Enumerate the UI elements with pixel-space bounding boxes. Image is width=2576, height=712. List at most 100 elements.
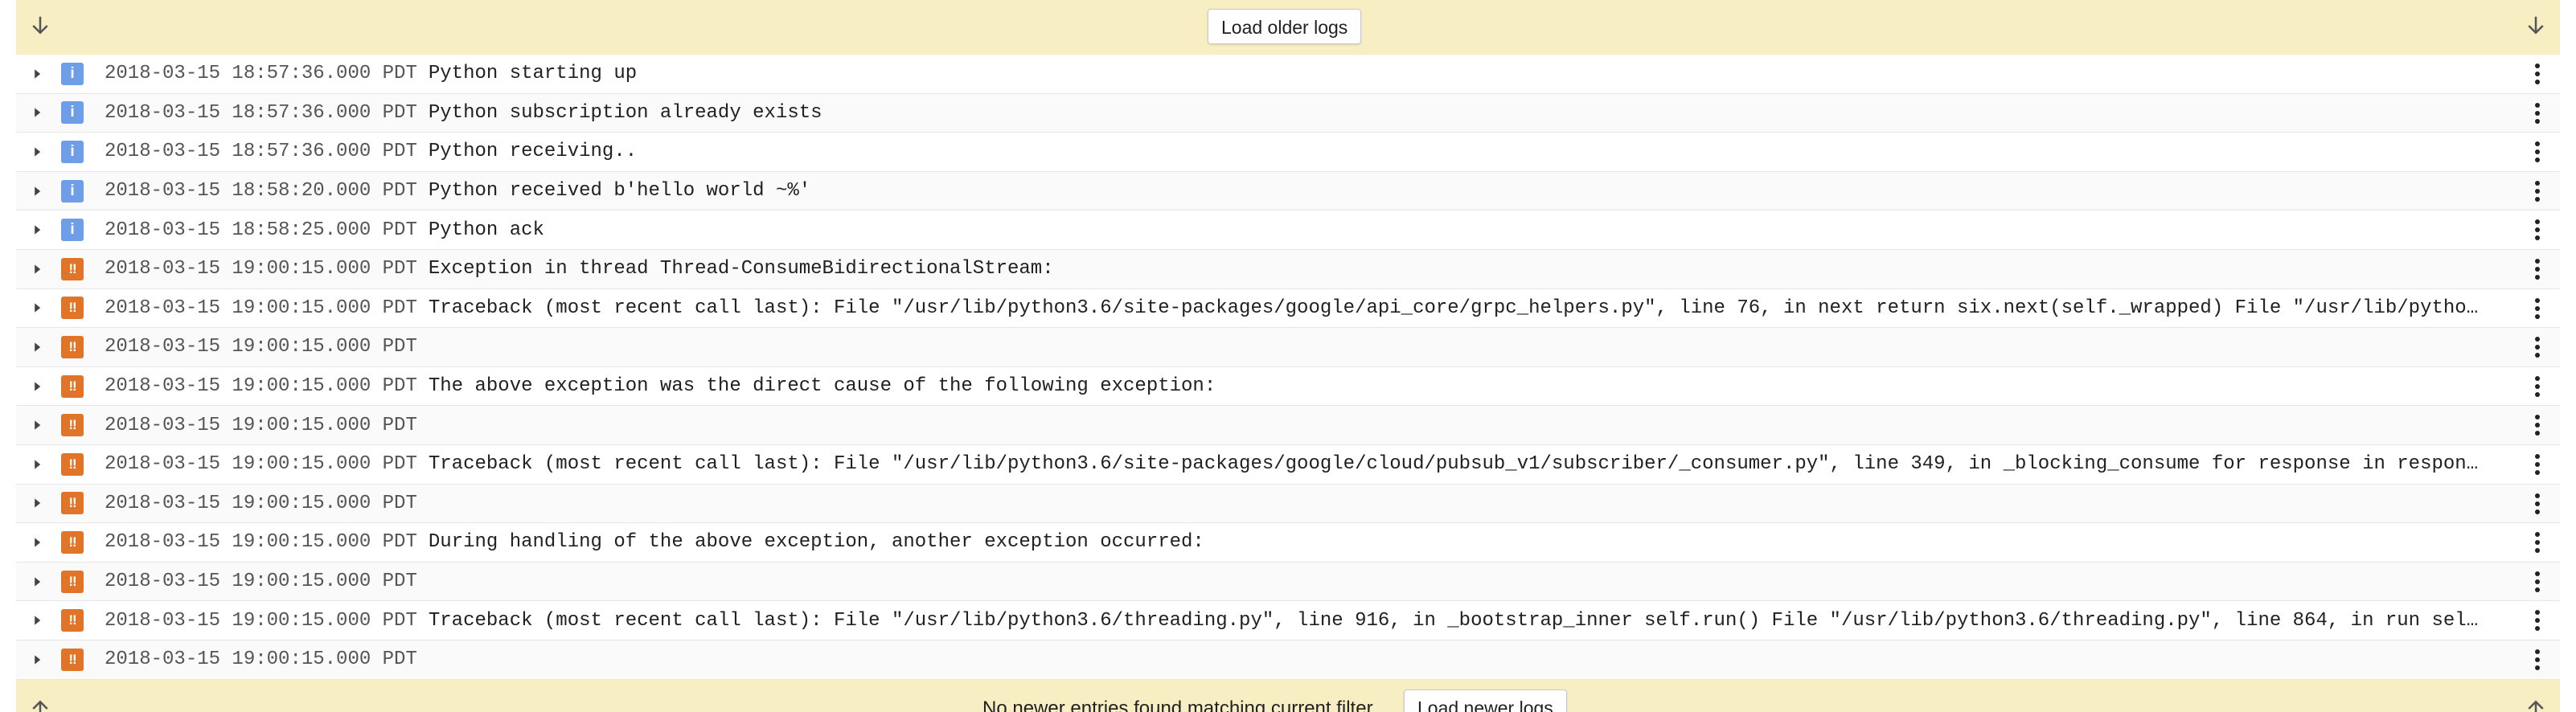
expand-arrow-icon[interactable]	[27, 64, 47, 84]
expand-arrow-icon[interactable]	[27, 377, 47, 396]
bottom-bar: No newer entries found matching current …	[16, 680, 2560, 712]
severity-error-icon: !!	[61, 374, 84, 398]
log-entry-row[interactable]: !! 2018-03-15 19:00:15.000 PDT	[16, 562, 2560, 602]
more-options-icon[interactable]	[2525, 61, 2550, 87]
expand-arrow-icon[interactable]	[27, 338, 47, 357]
log-message: Traceback (most recent call last): File …	[428, 297, 2482, 319]
severity-info-icon: i	[61, 140, 84, 163]
log-message: Python received b'hello world ~%'	[428, 180, 811, 203]
severity-error-icon: !!	[61, 414, 84, 437]
log-entry-row[interactable]: !! 2018-03-15 19:00:15.000 PDT	[16, 640, 2560, 680]
jump-to-top-icon[interactable]	[2520, 693, 2552, 712]
log-timestamp: 2018-03-15 19:00:15.000 PDT	[105, 375, 417, 398]
severity-info-icon: i	[61, 179, 84, 203]
more-options-icon[interactable]	[2525, 647, 2550, 673]
expand-arrow-icon[interactable]	[27, 103, 47, 122]
log-timestamp: 2018-03-15 19:00:15.000 PDT	[105, 453, 417, 476]
expand-arrow-icon[interactable]	[27, 220, 47, 239]
log-entry-row[interactable]: !! 2018-03-15 19:00:15.000 PDT Traceback…	[16, 288, 2560, 329]
log-entry-row[interactable]: !! 2018-03-15 19:00:15.000 PDT Traceback…	[16, 444, 2560, 485]
log-message: Python starting up	[428, 63, 638, 85]
log-timestamp: 2018-03-15 19:00:15.000 PDT	[105, 609, 417, 632]
expand-arrow-icon[interactable]	[27, 415, 47, 435]
more-options-icon[interactable]	[2525, 452, 2550, 477]
severity-error-icon: !!	[61, 452, 84, 476]
severity-error-icon: !!	[61, 609, 84, 632]
log-entry-row[interactable]: i 2018-03-15 18:57:36.000 PDT Python sta…	[16, 55, 2560, 94]
log-entry-row[interactable]: !! 2018-03-15 19:00:15.000 PDT	[16, 328, 2560, 367]
log-entry-row[interactable]: i 2018-03-15 18:58:25.000 PDT Python ack	[16, 211, 2560, 250]
more-options-icon[interactable]	[2525, 334, 2550, 360]
more-options-icon[interactable]	[2525, 139, 2550, 165]
severity-info-icon: i	[61, 101, 84, 125]
more-options-icon[interactable]	[2525, 256, 2550, 282]
expand-arrow-icon[interactable]	[27, 298, 47, 317]
severity-error-icon: !!	[61, 297, 84, 320]
log-timestamp: 2018-03-15 19:00:15.000 PDT	[105, 649, 417, 671]
scroll-up-icon[interactable]	[24, 693, 56, 712]
log-entry-row[interactable]: i 2018-03-15 18:57:36.000 PDT Python rec…	[16, 133, 2560, 172]
log-message: Traceback (most recent call last): File …	[428, 609, 2482, 632]
severity-error-icon: !!	[61, 570, 84, 593]
jump-to-bottom-icon[interactable]	[2520, 10, 2552, 42]
more-options-icon[interactable]	[2525, 296, 2550, 321]
expand-arrow-icon[interactable]	[27, 142, 47, 162]
log-message: Python subscription already exists	[428, 101, 822, 124]
more-options-icon[interactable]	[2525, 569, 2550, 595]
severity-error-icon: !!	[61, 492, 84, 515]
log-entries-list: i 2018-03-15 18:57:36.000 PDT Python sta…	[16, 55, 2560, 680]
severity-error-icon: !!	[61, 530, 84, 554]
log-timestamp: 2018-03-15 18:57:36.000 PDT	[105, 63, 417, 85]
more-options-icon[interactable]	[2525, 530, 2550, 555]
expand-arrow-icon[interactable]	[27, 493, 47, 513]
more-options-icon[interactable]	[2525, 374, 2550, 399]
expand-arrow-icon[interactable]	[27, 533, 47, 552]
log-entry-row[interactable]: !! 2018-03-15 19:00:15.000 PDT	[16, 484, 2560, 524]
severity-info-icon: i	[61, 219, 84, 242]
expand-arrow-icon[interactable]	[27, 611, 47, 630]
log-entry-row[interactable]: !! 2018-03-15 19:00:15.000 PDT	[16, 406, 2560, 445]
log-timestamp: 2018-03-15 18:58:20.000 PDT	[105, 180, 417, 203]
log-entry-row[interactable]: !! 2018-03-15 19:00:15.000 PDT Exception…	[16, 249, 2560, 289]
expand-arrow-icon[interactable]	[27, 650, 47, 669]
severity-error-icon: !!	[61, 335, 84, 358]
expand-arrow-icon[interactable]	[27, 455, 47, 474]
log-message: Python ack	[428, 219, 544, 241]
more-options-icon[interactable]	[2525, 491, 2550, 517]
log-entry-row[interactable]: !! 2018-03-15 19:00:15.000 PDT During ha…	[16, 523, 2560, 563]
log-timestamp: 2018-03-15 18:57:36.000 PDT	[105, 101, 417, 124]
more-options-icon[interactable]	[2525, 100, 2550, 126]
log-entry-row[interactable]: !! 2018-03-15 19:00:15.000 PDT The above…	[16, 366, 2560, 407]
severity-info-icon: i	[61, 62, 84, 85]
no-newer-entries-message: No newer entries found matching current …	[982, 698, 1377, 712]
expand-arrow-icon[interactable]	[27, 572, 47, 591]
log-timestamp: 2018-03-15 19:00:15.000 PDT	[105, 297, 417, 319]
log-timestamp: 2018-03-15 18:58:25.000 PDT	[105, 219, 417, 241]
log-message: During handling of the above exception, …	[428, 531, 1204, 554]
log-message: Traceback (most recent call last): File …	[428, 453, 2482, 476]
log-timestamp: 2018-03-15 19:00:15.000 PDT	[105, 414, 417, 436]
severity-error-icon: !!	[61, 648, 84, 671]
log-timestamp: 2018-03-15 18:57:36.000 PDT	[105, 141, 417, 163]
log-entry-row[interactable]: i 2018-03-15 18:58:20.000 PDT Python rec…	[16, 171, 2560, 211]
log-timestamp: 2018-03-15 19:00:15.000 PDT	[105, 258, 417, 280]
expand-arrow-icon[interactable]	[27, 260, 47, 279]
top-bar: Load older logs	[16, 0, 2560, 55]
log-message: The above exception was the direct cause…	[428, 375, 1216, 398]
log-message: Python receiving..	[428, 141, 638, 163]
log-timestamp: 2018-03-15 19:00:15.000 PDT	[105, 571, 417, 593]
log-timestamp: 2018-03-15 19:00:15.000 PDT	[105, 492, 417, 514]
more-options-icon[interactable]	[2525, 217, 2550, 243]
more-options-icon[interactable]	[2525, 412, 2550, 438]
load-older-logs-button[interactable]: Load older logs	[1208, 9, 1362, 44]
load-newer-logs-button[interactable]: Load newer logs	[1404, 689, 1567, 712]
severity-error-icon: !!	[61, 257, 84, 280]
more-options-icon[interactable]	[2525, 608, 2550, 633]
expand-arrow-icon[interactable]	[27, 182, 47, 201]
log-entry-row[interactable]: !! 2018-03-15 19:00:15.000 PDT Traceback…	[16, 601, 2560, 640]
log-message: Exception in thread Thread-ConsumeBidire…	[428, 258, 1054, 280]
log-entry-row[interactable]: i 2018-03-15 18:57:36.000 PDT Python sub…	[16, 93, 2560, 133]
scroll-down-icon[interactable]	[24, 10, 56, 42]
more-options-icon[interactable]	[2525, 178, 2550, 204]
log-timestamp: 2018-03-15 19:00:15.000 PDT	[105, 531, 417, 554]
